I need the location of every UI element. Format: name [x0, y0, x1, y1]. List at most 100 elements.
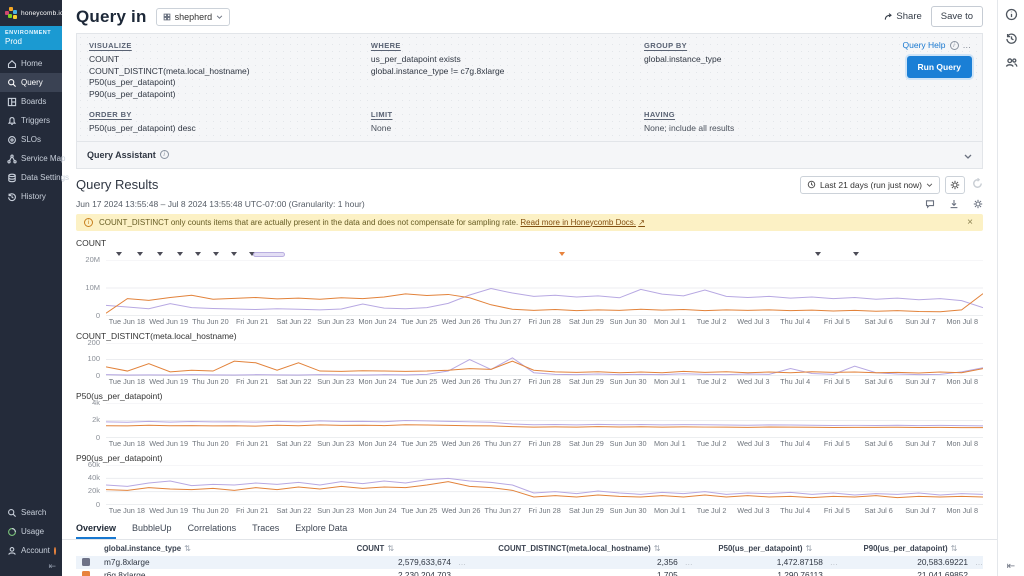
tab-bubbleup[interactable]: BubbleUp: [132, 523, 172, 539]
x-axis-label: Wed Jun 19: [148, 439, 190, 448]
tab-explore-data[interactable]: Explore Data: [295, 523, 347, 539]
save-to-button[interactable]: Save to: [931, 6, 983, 27]
team-icon[interactable]: [1005, 56, 1018, 69]
tab-traces[interactable]: Traces: [252, 523, 279, 539]
sort-icon[interactable]: ⇅: [184, 544, 191, 553]
refresh-button-disabled[interactable]: [972, 176, 983, 194]
info-icon[interactable]: [1005, 8, 1018, 21]
chart-p90[interactable]: P90(us_per_datapoint) 60k40k20k0 Tue Jun…: [76, 453, 983, 517]
comment-icon[interactable]: [925, 199, 935, 209]
where-clause[interactable]: us_per_datapoint exists: [371, 54, 644, 66]
visualize-clause[interactable]: P50(us_per_datapoint): [89, 77, 371, 89]
limit-label[interactable]: LIMIT: [371, 110, 644, 119]
tab-correlations[interactable]: Correlations: [188, 523, 237, 539]
time-range-selector[interactable]: Last 21 days (run just now): [800, 176, 940, 194]
run-query-button[interactable]: Run Query: [907, 56, 972, 78]
deploy-marker-icon[interactable]: [195, 252, 201, 256]
right-rail: ⇤: [997, 0, 1024, 576]
order-by-clause[interactable]: P50(us_per_datapoint) desc: [89, 123, 371, 135]
sidebar-item-account[interactable]: Account: [0, 541, 62, 560]
having-label[interactable]: HAVING: [644, 110, 970, 119]
results-header: Query Results Last 21 days (run just now…: [62, 169, 997, 196]
sidebar-item-triggers[interactable]: Triggers: [0, 111, 62, 130]
environment-switcher[interactable]: ENVIRONMENT Prod: [0, 26, 62, 50]
chart-title: COUNT: [76, 238, 983, 248]
sidebar-item-search[interactable]: Search: [0, 503, 62, 522]
banner-close-icon[interactable]: ×: [965, 217, 975, 228]
x-axis-label: Sat Jun 29: [565, 377, 607, 386]
deploy-marker-icon[interactable]: [157, 252, 163, 256]
sidebar-item-service-map[interactable]: Service Map: [0, 149, 62, 168]
info-icon: i: [950, 41, 959, 50]
tab-overview[interactable]: Overview: [76, 523, 116, 539]
deploy-marker-icon[interactable]: [116, 252, 122, 256]
having-section[interactable]: HAVING None; include all results: [644, 110, 970, 135]
deploy-marker-icon[interactable]: [137, 252, 143, 256]
deploy-marker-icon[interactable]: [177, 252, 183, 256]
query-help-link[interactable]: Query Help i …: [903, 40, 973, 50]
deploy-marker-icon[interactable]: [559, 252, 565, 256]
results-tabs: Overview BubbleUp Correlations Traces Ex…: [62, 519, 997, 540]
order-by-label[interactable]: ORDER BY: [89, 110, 371, 119]
x-axis-label: Mon Jul 8: [941, 377, 983, 386]
download-icon[interactable]: [949, 199, 959, 209]
zoom-selection-pill[interactable]: [253, 252, 285, 257]
dataset-name: shepherd: [175, 12, 213, 22]
share-button[interactable]: Share: [884, 11, 921, 22]
x-axis-label: Sat Jun 29: [565, 317, 607, 326]
where-clause[interactable]: global.instance_type != c7g.8xlarge: [371, 66, 644, 78]
deploy-marker-icon[interactable]: [853, 252, 859, 256]
home-icon: [6, 58, 17, 69]
warning-banner: i COUNT_DISTINCT only counts items that …: [76, 214, 983, 231]
chart-count-distinct[interactable]: COUNT_DISTINCT(meta.local_hostname) 2001…: [76, 331, 983, 388]
y-axis-tick: 0: [96, 311, 100, 320]
sort-icon[interactable]: ⇅: [951, 544, 958, 553]
sidebar-item-boards[interactable]: Boards: [0, 92, 62, 111]
sidebar-item-data-settings[interactable]: Data Settings: [0, 168, 62, 187]
deploy-marker-icon[interactable]: [213, 252, 219, 256]
sidebar-item-slos[interactable]: SLOs: [0, 130, 62, 149]
visualize-section[interactable]: VISUALIZE COUNT COUNT_DISTINCT(meta.loca…: [89, 41, 371, 100]
sidebar-item-history[interactable]: History: [0, 187, 62, 206]
where-label[interactable]: WHERE: [371, 41, 644, 50]
query-history-icon[interactable]: [1005, 32, 1018, 45]
sort-icon[interactable]: ⇅: [654, 544, 661, 553]
sidebar-item-label: SLOs: [21, 135, 41, 144]
table-row[interactable]: m7g.8xlarge 2,579,633,674… 2,356… 1,472.…: [76, 556, 983, 569]
docs-link[interactable]: Read more in Honeycomb Docs.: [520, 218, 636, 227]
limit-section[interactable]: LIMIT None: [371, 110, 644, 135]
panel-collapse-icon[interactable]: ⇤: [1007, 561, 1015, 576]
having-clause[interactable]: None; include all results: [644, 123, 970, 135]
sort-icon[interactable]: ⇅: [805, 544, 812, 553]
visualize-clause[interactable]: P90(us_per_datapoint): [89, 89, 371, 101]
table-row[interactable]: r6g.8xlarge 2,230,204,703… 1,705… 1,290.…: [76, 569, 983, 576]
graph-settings-button[interactable]: [945, 176, 965, 194]
visualize-clause[interactable]: COUNT: [89, 54, 371, 66]
chart-count[interactable]: COUNT 20M10M0 Tue Jun 18Wed Jun 19Thu Ju…: [76, 238, 983, 328]
chart-p50[interactable]: P50(us_per_datapoint) 4k2k0 Tue Jun 18We…: [76, 391, 983, 450]
visualize-label[interactable]: VISUALIZE: [89, 41, 371, 50]
sort-icon[interactable]: ⇅: [387, 544, 394, 553]
limit-clause[interactable]: None: [371, 123, 644, 135]
sidebar-item-usage[interactable]: Usage: [0, 522, 62, 541]
chevron-down-icon[interactable]: [964, 146, 972, 164]
sidebar-item-query[interactable]: Query: [0, 73, 62, 92]
share-icon: [884, 12, 893, 21]
x-axis-label: Thu Jun 20: [190, 317, 232, 326]
honeycomb-logo[interactable]: honeycomb.io: [0, 0, 62, 26]
x-axis-label: Fri Jun 21: [231, 317, 273, 326]
visualize-clause[interactable]: COUNT_DISTINCT(meta.local_hostname): [89, 66, 371, 78]
query-assistant-bar[interactable]: Query Assistant i: [76, 141, 983, 169]
sidebar-collapse-icon[interactable]: ⇤: [0, 560, 62, 576]
deploy-marker-icon[interactable]: [815, 252, 821, 256]
gear-icon[interactable]: [973, 199, 983, 209]
order-by-section[interactable]: ORDER BY P50(us_per_datapoint) desc: [89, 110, 371, 135]
deploy-marker-icon[interactable]: [231, 252, 237, 256]
overflow-menu-icon[interactable]: …: [963, 40, 973, 50]
dataset-selector[interactable]: shepherd: [156, 8, 231, 26]
boards-icon: [6, 96, 17, 107]
sidebar-item-home[interactable]: Home: [0, 54, 62, 73]
page-header: Query in shepherd Share Save to: [62, 0, 997, 31]
where-section[interactable]: WHERE us_per_datapoint exists global.ins…: [371, 41, 644, 100]
y-axis-tick: 2k: [92, 415, 100, 424]
